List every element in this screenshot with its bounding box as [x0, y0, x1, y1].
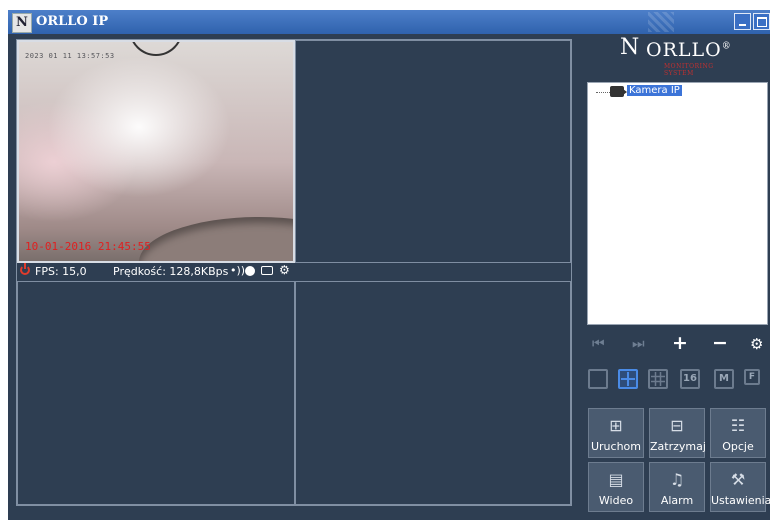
record-icon[interactable]: [245, 266, 255, 276]
options-button[interactable]: ☷ Opcje: [710, 408, 766, 458]
wrench-icon: ⚒: [730, 470, 746, 489]
brand-tagline: MONITORING SYSTEM: [664, 63, 714, 77]
settings-button[interactable]: ⚒ Ustawienia: [710, 462, 770, 512]
stop-button[interactable]: ⊟ Zatrzymaj: [649, 408, 706, 458]
fps-readout: FPS: 15,0: [35, 265, 87, 278]
alarm-button[interactable]: ♫ Alarm: [649, 462, 705, 512]
layout-16-button[interactable]: 16: [680, 369, 700, 389]
power-icon[interactable]: [20, 263, 30, 275]
app-logo-icon[interactable]: N: [12, 13, 32, 33]
gear-icon[interactable]: ⚙: [279, 263, 290, 277]
feed-ceiling-ring: [129, 42, 183, 56]
remove-icon[interactable]: −: [712, 332, 728, 354]
feed-floor: [139, 217, 293, 261]
video-cell-4[interactable]: [295, 281, 571, 505]
camera-icon: [610, 86, 627, 97]
layout-9-button[interactable]: [648, 369, 668, 389]
video-cell-3[interactable]: [17, 281, 295, 505]
video-cell-1[interactable]: 2023 01 11 13:57:53 10-01-2016 21:45:55: [17, 40, 295, 263]
last-icon[interactable]: ⏭: [632, 336, 645, 352]
minimize-button[interactable]: [734, 13, 751, 30]
tree-toolbar: ⏮ ⏭ + − ⚙: [590, 332, 770, 356]
bell-icon: ♫: [669, 470, 685, 489]
title-bar[interactable]: N ORLLO IP: [8, 10, 770, 34]
layout-selector: 16 M F: [588, 369, 768, 393]
tree-item-camera[interactable]: Kamera IP: [627, 85, 682, 96]
start-button[interactable]: ⊞ Uruchom: [588, 408, 644, 458]
main-window: N ORLLO IP 2023 01 11 13:57:53 10-01-201…: [8, 10, 770, 520]
settings-icon[interactable]: ⚙: [750, 335, 763, 353]
speed-readout: Prędkość: 128,8KBps: [113, 265, 229, 278]
video-button[interactable]: ▤ Wideo: [588, 462, 644, 512]
camera-feed[interactable]: 2023 01 11 13:57:53 10-01-2016 21:45:55: [19, 42, 293, 261]
start-label: Uruchom: [590, 440, 641, 453]
options-label: Opcje: [722, 440, 754, 453]
grid-9-icon: [651, 372, 665, 386]
settings-label: Ustawienia: [711, 494, 770, 507]
first-icon[interactable]: ⏮: [592, 336, 605, 352]
video-grid: 2023 01 11 13:57:53 10-01-2016 21:45:55 …: [16, 39, 572, 506]
top-strip: [0, 0, 770, 10]
brand-logo: N ORLLO® MONITORING SYSTEM: [620, 35, 744, 77]
audio-icon[interactable]: •)): [230, 264, 245, 277]
layout-4-button[interactable]: [618, 369, 638, 389]
maximize-button[interactable]: [753, 13, 770, 30]
layout-1-button[interactable]: [588, 369, 608, 389]
stop-label: Zatrzymaj: [650, 440, 706, 453]
video-file-icon: ▤: [608, 470, 624, 489]
snapshot-icon[interactable]: [261, 266, 273, 275]
grid-4-icon: [621, 372, 635, 386]
video-label: Wideo: [598, 494, 634, 507]
brand-mark-icon: N: [620, 35, 640, 60]
feed-timestamp-top: 2023 01 11 13:57:53: [25, 52, 115, 60]
title-decoration: [648, 12, 674, 32]
add-icon[interactable]: +: [672, 332, 688, 354]
layout-m-button[interactable]: M: [714, 369, 734, 389]
tree-connector: [596, 92, 610, 93]
device-tree[interactable]: Kamera IP: [587, 82, 768, 325]
feed-timestamp-overlay: 10-01-2016 21:45:55: [25, 240, 151, 253]
brand-name: ORLLO®: [646, 39, 732, 61]
window-title: ORLLO IP: [36, 14, 109, 29]
start-icon: ⊞: [609, 416, 623, 435]
layout-f-button[interactable]: F: [744, 369, 760, 385]
stream-status-bar: FPS: 15,0 Prędkość: 128,8KBps •)) ⚙: [17, 263, 571, 281]
video-cell-2[interactable]: [295, 40, 571, 263]
alarm-label: Alarm: [660, 494, 694, 507]
stop-icon: ⊟: [670, 416, 684, 435]
options-icon: ☷: [730, 416, 746, 435]
